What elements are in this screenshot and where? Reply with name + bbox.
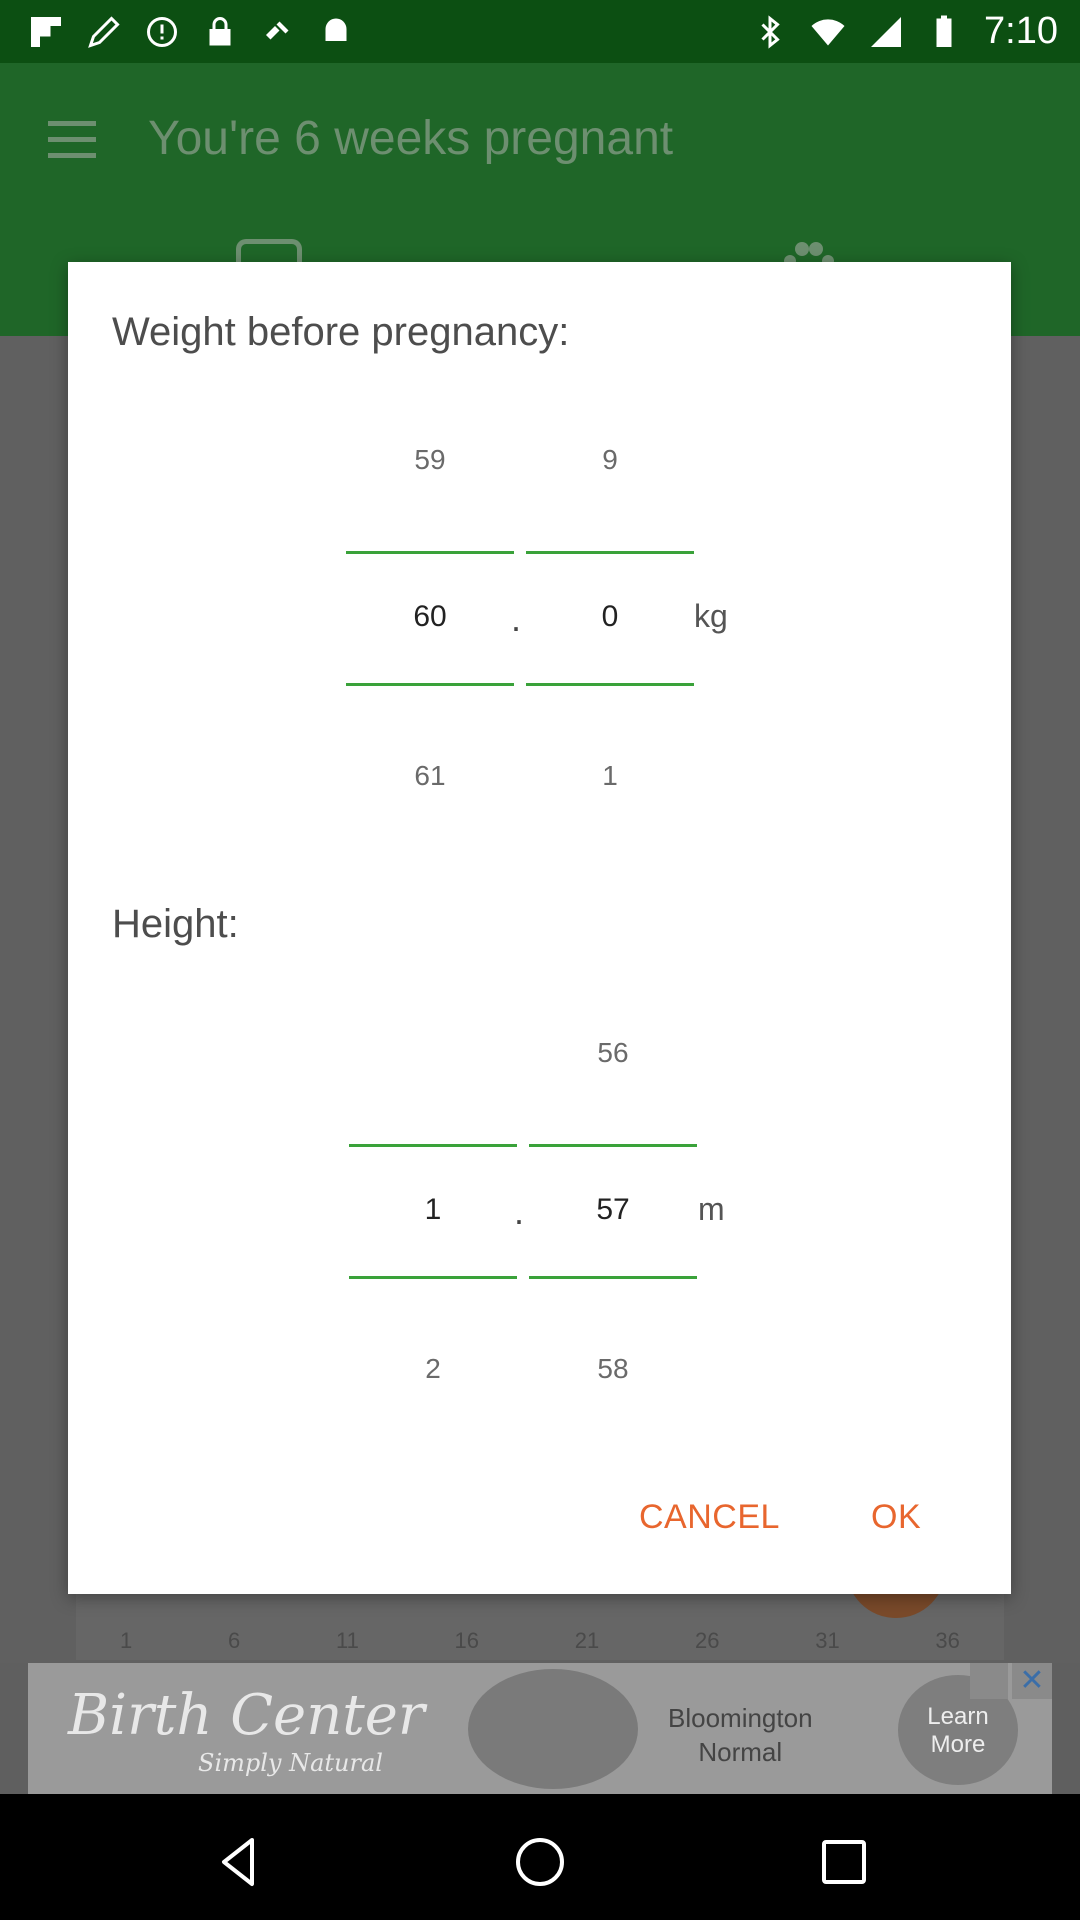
height-decimal-next[interactable]: 58 bbox=[529, 1353, 697, 1385]
weight-unit: kg bbox=[694, 598, 728, 634]
weight-integer-next[interactable]: 61 bbox=[346, 760, 514, 792]
ok-button[interactable]: OK bbox=[871, 1498, 921, 1537]
week-label: 21 bbox=[574, 1628, 600, 1653]
week-label: 6 bbox=[227, 1628, 241, 1653]
week-label: 36 bbox=[935, 1628, 960, 1653]
ad-tagline: Simply Natural bbox=[198, 1749, 383, 1777]
lock-icon bbox=[209, 17, 231, 46]
wifi-icon bbox=[811, 18, 845, 45]
weight-integer-selected[interactable]: 60 bbox=[346, 600, 514, 634]
ad-brand: Birth Center bbox=[68, 1683, 425, 1748]
ad-location-line2: Normal bbox=[698, 1737, 783, 1767]
weight-integer-bottom-line bbox=[346, 683, 514, 686]
status-time: 7:10 bbox=[984, 10, 1058, 52]
home-icon[interactable] bbox=[510, 1832, 570, 1892]
edit-icon bbox=[88, 16, 120, 48]
bluetooth-icon bbox=[761, 14, 780, 49]
weight-decimal-top-line bbox=[526, 551, 694, 554]
height-unit: m bbox=[698, 1191, 725, 1227]
weight-separator: . bbox=[511, 598, 522, 639]
ad-close-icon[interactable]: ✕ bbox=[1012, 1663, 1052, 1699]
battery-icon bbox=[936, 15, 952, 47]
height-integer-top-line bbox=[349, 1144, 517, 1147]
signal-icon bbox=[871, 16, 902, 47]
ad-image bbox=[468, 1669, 638, 1789]
recents-icon[interactable] bbox=[814, 1832, 874, 1892]
weight-heading: Weight before pregnancy: bbox=[112, 310, 570, 354]
ad-location: Bloomington Normal bbox=[668, 1701, 813, 1769]
week-label: 26 bbox=[694, 1628, 720, 1653]
height-heading: Height: bbox=[112, 902, 239, 946]
height-integer-next[interactable]: 2 bbox=[349, 1353, 517, 1385]
week-label: 31 bbox=[815, 1628, 840, 1653]
height-decimal-prev[interactable]: 56 bbox=[529, 1037, 697, 1069]
status-bar: 7:10 bbox=[0, 0, 1080, 63]
flipboard-icon bbox=[31, 17, 61, 47]
height-decimal-top-line bbox=[529, 1144, 697, 1147]
height-integer-bottom-line bbox=[349, 1276, 517, 1279]
week-scale: 1 6 11 16 21 26 31 36 bbox=[120, 1628, 960, 1654]
week-label: 1 bbox=[120, 1628, 133, 1653]
menu-icon[interactable] bbox=[48, 121, 98, 161]
height-integer-selected[interactable]: 1 bbox=[349, 1193, 517, 1227]
app-title: You're 6 weeks pregnant bbox=[148, 112, 674, 165]
ad-location-line1: Bloomington bbox=[668, 1703, 813, 1733]
weight-decimal-selected[interactable]: 0 bbox=[526, 600, 694, 634]
data-saver-icon bbox=[147, 17, 177, 47]
week-label: 16 bbox=[454, 1628, 480, 1653]
adchoices-icon[interactable] bbox=[970, 1663, 1008, 1699]
weight-integer-prev[interactable]: 59 bbox=[346, 444, 514, 476]
back-icon[interactable] bbox=[210, 1832, 270, 1892]
weight-height-dialog: Weight before pregnancy: 59 60 61 . 9 0 … bbox=[68, 262, 1011, 1594]
navigation-bar bbox=[0, 1794, 1080, 1920]
week-label: 11 bbox=[335, 1628, 359, 1653]
cancel-button[interactable]: CANCEL bbox=[639, 1498, 780, 1537]
height-decimal-bottom-line bbox=[529, 1276, 697, 1279]
height-separator: . bbox=[514, 1191, 525, 1232]
height-decimal-selected[interactable]: 57 bbox=[529, 1193, 697, 1227]
ad-banner[interactable]: Birth Center Simply Natural Bloomington … bbox=[28, 1663, 1052, 1794]
weight-integer-top-line bbox=[346, 551, 514, 554]
weight-decimal-prev[interactable]: 9 bbox=[526, 444, 694, 476]
fake-gps-icon bbox=[266, 21, 289, 40]
android-icon bbox=[325, 18, 347, 41]
weight-decimal-next[interactable]: 1 bbox=[526, 760, 694, 792]
weight-decimal-bottom-line bbox=[526, 683, 694, 686]
